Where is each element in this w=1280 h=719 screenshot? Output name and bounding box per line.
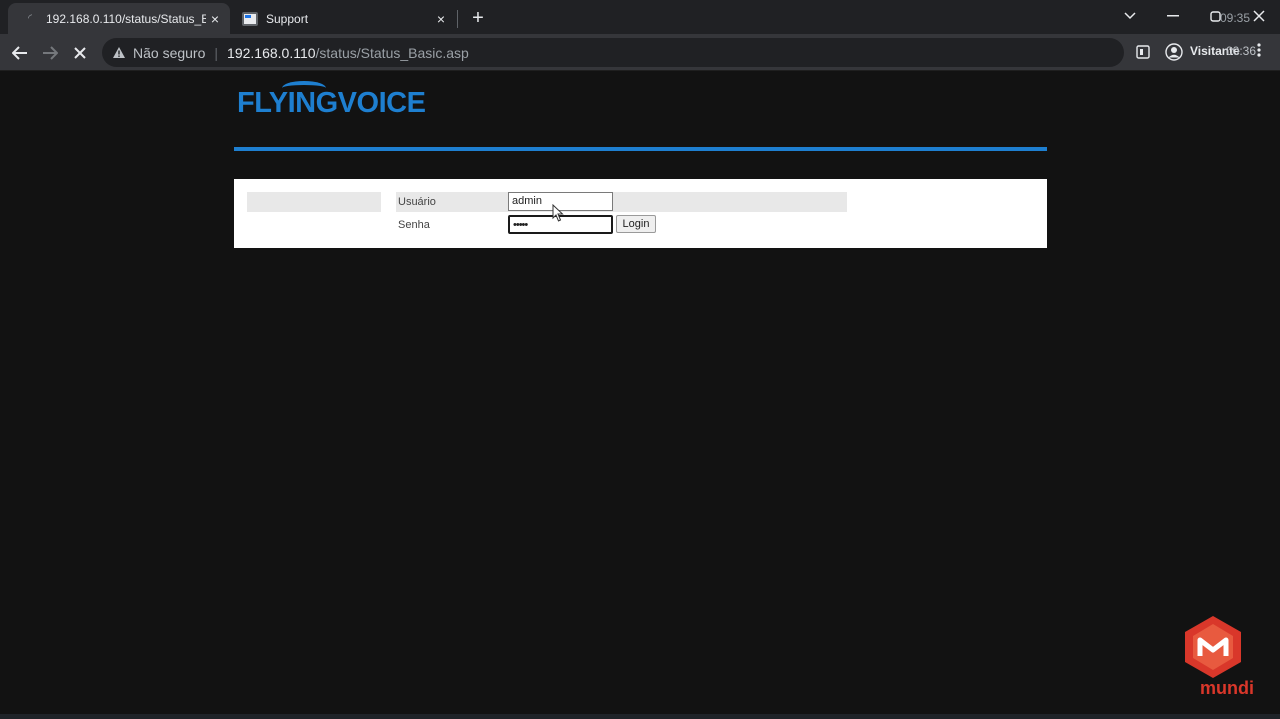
url-host: 192.168.0.110 (227, 44, 316, 61)
watermark-logo-icon (1180, 614, 1246, 680)
watermark-text: mundi (1200, 678, 1254, 698)
security-label[interactable]: Não seguro (133, 45, 205, 61)
username-label: Usuário (398, 196, 436, 208)
back-arrow-icon[interactable] (7, 40, 33, 66)
tab-close-icon[interactable]: × (206, 10, 224, 28)
screen-bottom-edge (0, 714, 1280, 719)
browser-toolbar: Não seguro | 192.168.0.110/status/Status… (0, 34, 1280, 71)
close-window-icon[interactable] (1244, 4, 1274, 28)
tab-search-icon[interactable] (1115, 4, 1145, 28)
password-label: Senha (398, 219, 430, 231)
flyingvoice-logo: FLYINGVOICE (237, 87, 426, 119)
menu-kebab-icon[interactable] (1257, 42, 1261, 61)
login-button[interactable]: Login (616, 215, 656, 233)
clock-toolbar: 00:36 (1226, 44, 1257, 58)
row-gap (381, 192, 396, 212)
tab-separator (457, 10, 458, 28)
tab-close-icon[interactable]: × (432, 10, 450, 28)
profile-avatar-icon[interactable] (1165, 43, 1183, 64)
tab-status-basic[interactable]: ◜ 192.168.0.110/status/Status_Basic.asp … (8, 3, 230, 34)
forward-arrow-icon[interactable] (37, 40, 63, 66)
url-path: /status/Status_Basic.asp (315, 44, 469, 61)
warning-triangle-icon[interactable] (111, 45, 127, 61)
header-divider (234, 147, 1047, 151)
tab-title: 192.168.0.110/status/Status_Basic.asp (46, 11, 206, 26)
tab-support[interactable]: Support × (236, 3, 456, 34)
login-panel: Usuário admin Senha ••••• Login (234, 179, 1047, 248)
page-content: FLYINGVOICE Usuário admin Senha ••••• Lo… (0, 72, 1280, 719)
loading-spinner-icon: ◜ (28, 13, 32, 24)
stop-loading-icon[interactable] (67, 40, 93, 66)
tab-title: Support (266, 11, 309, 26)
tab-strip: ◜ 192.168.0.110/status/Status_Basic.asp … (0, 0, 1280, 34)
address-bar[interactable]: Não seguro | 192.168.0.110/status/Status… (102, 38, 1124, 67)
screen-record-icon[interactable] (1136, 45, 1150, 62)
new-tab-button[interactable]: + (466, 6, 490, 30)
minimize-icon[interactable] (1158, 4, 1188, 28)
omnibox-divider: | (214, 44, 219, 61)
support-favicon-icon (242, 11, 258, 26)
